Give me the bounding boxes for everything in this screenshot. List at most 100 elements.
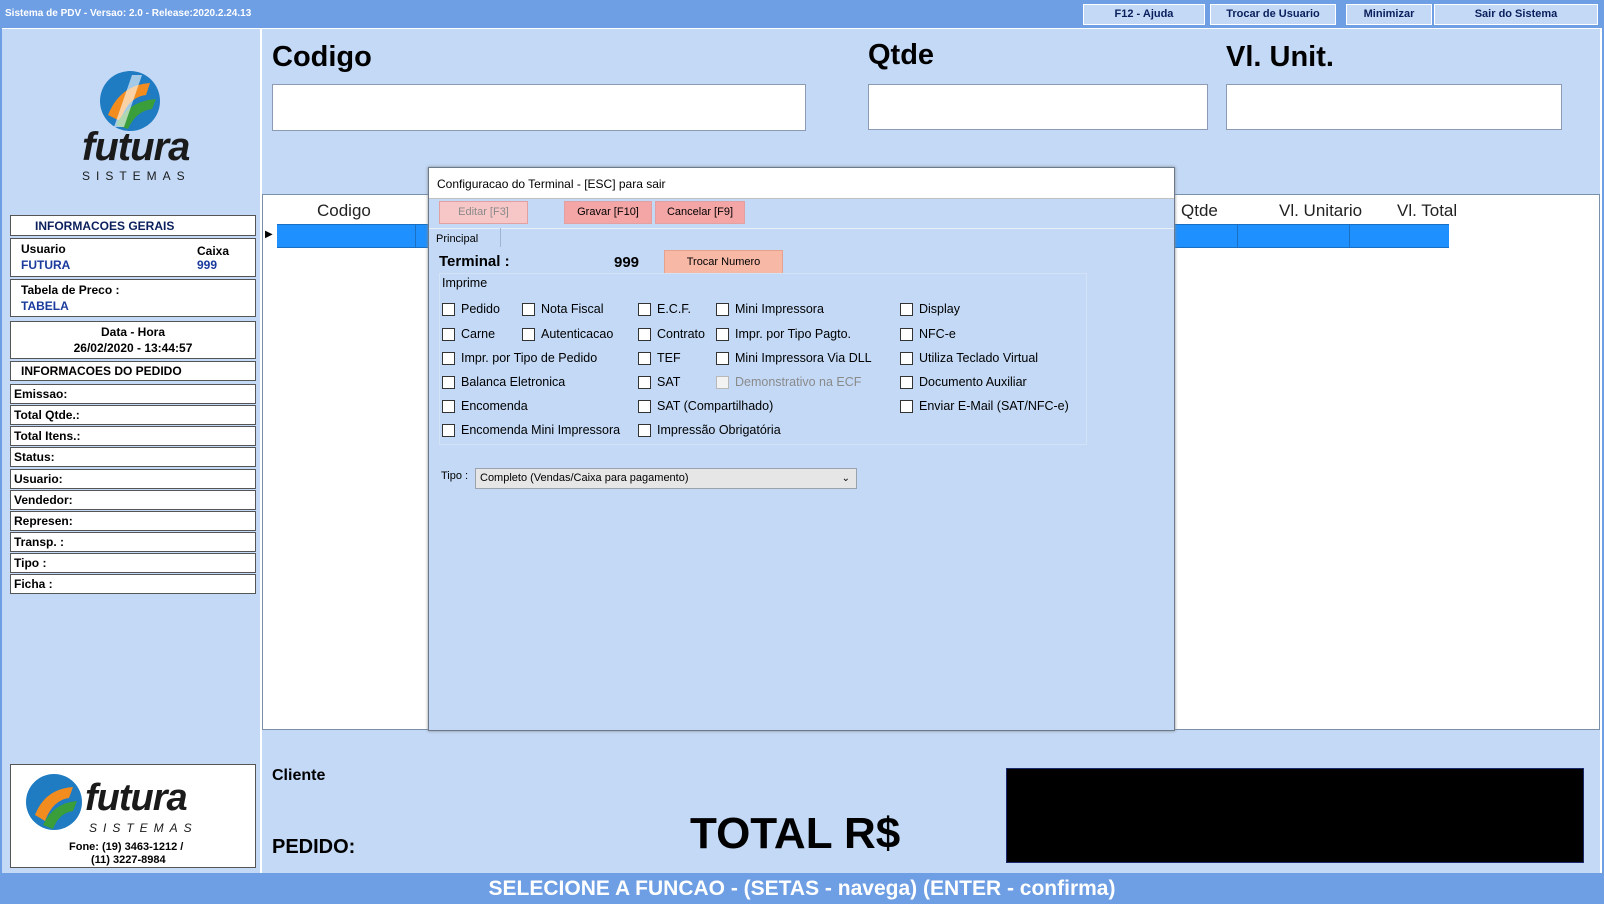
checkbox-impr-tipo-pedido[interactable]: Impr. por Tipo de Pedido <box>442 351 597 365</box>
checkbox-label: Documento Auxiliar <box>919 375 1027 389</box>
usuario-value: FUTURA <box>21 258 71 272</box>
cliente-label: Cliente <box>272 767 326 784</box>
tab-principal[interactable]: Principal <box>431 228 501 247</box>
checkbox-icon <box>638 399 651 413</box>
checkbox-label: Enviar E-Mail (SAT/NFC-e) <box>919 399 1069 413</box>
edit-button[interactable]: Editar [F3] <box>439 201 528 224</box>
checkbox-impressao-obrigatoria[interactable]: Impressão Obrigatória <box>638 423 781 437</box>
grid-col-vlunitario[interactable]: Vl. Unitario <box>1279 201 1362 221</box>
codigo-input[interactable] <box>272 84 806 131</box>
minimize-button[interactable]: Minimizar <box>1346 4 1432 25</box>
terminal-value: 999 <box>614 254 640 271</box>
dialog-titlebar: Configuracao do Terminal - [ESC] para sa… <box>429 168 1174 199</box>
footer-logo-sub: SISTEMAS <box>89 821 198 835</box>
checkbox-display[interactable]: Display <box>900 302 960 316</box>
checkbox-icon <box>442 399 455 413</box>
checkbox-label: TEF <box>657 351 681 365</box>
logo-sub: SISTEMAS <box>82 169 191 183</box>
totals-area: Cliente PEDIDO: TOTAL R$ <box>262 730 1600 873</box>
checkbox-sat-compartilhado[interactable]: SAT (Compartilhado) <box>638 399 773 413</box>
checkbox-mini-impressora[interactable]: Mini Impressora <box>716 302 824 316</box>
checkbox-encomenda-mini[interactable]: Encomenda Mini Impressora <box>442 423 620 437</box>
checkbox-label: Demonstrativo na ECF <box>735 375 862 389</box>
checkbox-icon <box>900 399 913 413</box>
pedido-label: PEDIDO: <box>272 836 356 858</box>
status-bar: SELECIONE A FUNCAO - (SETAS - navega) (E… <box>0 873 1604 904</box>
exit-button[interactable]: Sair do Sistema <box>1434 4 1598 25</box>
checkbox-tef[interactable]: TEF <box>638 351 681 365</box>
checkbox-documento-auxiliar[interactable]: Documento Auxiliar <box>900 375 1027 389</box>
checkbox-icon <box>638 302 651 316</box>
sidebar: futura SISTEMAS INFORMACOES GERAIS Usuar… <box>2 29 260 873</box>
datahora-value: 26/02/2020 - 13:44:57 <box>73 341 193 355</box>
checkbox-nfce[interactable]: NFC-e <box>900 327 956 341</box>
checkbox-icon <box>522 302 535 316</box>
checkbox-icon <box>442 375 455 389</box>
info-general-title: INFORMACOES GERAIS <box>35 219 175 233</box>
checkbox-carne[interactable]: Carne <box>442 327 495 341</box>
terminal-config-dialog: Configuracao do Terminal - [ESC] para sa… <box>428 167 1175 731</box>
checkbox-icon <box>716 351 729 365</box>
checkbox-label: SAT (Compartilhado) <box>657 399 774 413</box>
checkbox-impr-tipo-pagto[interactable]: Impr. por Tipo Pagto. <box>716 327 851 341</box>
futura-footer-logo-icon <box>26 774 82 830</box>
codigo-label: Codigo <box>272 41 372 73</box>
terminal-label: Terminal : <box>439 253 510 270</box>
checkbox-icon <box>638 351 651 365</box>
checkbox-nota-fiscal[interactable]: Nota Fiscal <box>522 302 604 316</box>
footer-phone-2: (11) 3227-8984 <box>91 854 166 866</box>
checkbox-label: Mini Impressora <box>735 302 824 316</box>
checkbox-autenticacao[interactable]: Autenticacao <box>522 327 613 341</box>
checkbox-label: NFC-e <box>919 327 956 341</box>
tipo-field: Tipo : <box>10 553 256 573</box>
grid-col-codigo[interactable]: Codigo <box>317 201 371 221</box>
checkbox-icon <box>716 327 729 341</box>
checkbox-icon <box>442 351 455 365</box>
tipo-select[interactable]: Completo (Vendas/Caixa para pagamento) ⌄ <box>475 468 857 489</box>
checkbox-label: Display <box>919 302 960 316</box>
order-info-header: INFORMACOES DO PEDIDO <box>10 361 256 381</box>
checkbox-icon <box>638 423 651 437</box>
tipo-label: Tipo : <box>441 470 469 482</box>
switch-user-button[interactable]: Trocar de Usuario <box>1210 4 1336 25</box>
checkbox-label: E.C.F. <box>657 302 692 316</box>
footer-logo-brand: futura <box>85 777 188 819</box>
tipo-select-value: Completo (Vendas/Caixa para pagamento) <box>480 472 689 484</box>
checkbox-ecf[interactable]: E.C.F. <box>638 302 691 316</box>
checkbox-icon <box>522 327 535 341</box>
checkbox-pedido[interactable]: Pedido <box>442 302 500 316</box>
checkbox-mini-impressora-dll[interactable]: Mini Impressora Via DLL <box>716 351 872 365</box>
checkbox-icon <box>638 375 651 389</box>
grid-col-qtde[interactable]: Qtde <box>1181 201 1218 221</box>
checkbox-balanca[interactable]: Balanca Eletronica <box>442 375 565 389</box>
checkbox-encomenda[interactable]: Encomenda <box>442 399 528 413</box>
footer-logo-box: futura SISTEMAS Fone: (19) 3463-1212 / (… <box>10 764 256 868</box>
usuario-field: Usuario: <box>10 469 256 489</box>
checkbox-label: Carne <box>461 327 496 341</box>
grid-col-vltotal[interactable]: Vl. Total <box>1397 201 1457 221</box>
checkbox-label: Impr. por Tipo Pagto. <box>735 327 852 341</box>
checkbox-teclado-virtual[interactable]: Utiliza Teclado Virtual <box>900 351 1038 365</box>
qtde-input[interactable] <box>868 84 1208 130</box>
info-general-header: INFORMACOES GERAIS <box>10 215 256 236</box>
checkbox-sat[interactable]: SAT <box>638 375 680 389</box>
checkbox-label: Mini Impressora Via DLL <box>735 351 872 365</box>
checkbox-icon <box>716 302 729 316</box>
order-info-title: INFORMACOES DO PEDIDO <box>21 364 182 378</box>
checkbox-contrato[interactable]: Contrato <box>638 327 705 341</box>
row-indicator-icon: ▶ <box>265 229 273 240</box>
change-number-button[interactable]: Trocar Numero <box>664 250 783 274</box>
usuario-label: Usuario <box>21 242 66 256</box>
save-button[interactable]: Gravar [F10] <box>564 201 652 224</box>
total-qtde-field: Total Qtde.: <box>10 405 256 425</box>
help-button[interactable]: F12 - Ajuda <box>1083 4 1205 25</box>
toolbar-divider <box>429 228 1174 229</box>
qtde-label: Qtde <box>868 39 935 71</box>
vendedor-field: Vendedor: <box>10 490 256 510</box>
checkbox-icon <box>442 302 455 316</box>
cancel-button[interactable]: Cancelar [F9] <box>655 201 745 224</box>
checkbox-icon <box>442 423 455 437</box>
checkbox-enviar-email[interactable]: Enviar E-Mail (SAT/NFC-e) <box>900 399 1069 413</box>
vlunit-input[interactable] <box>1226 84 1562 130</box>
logo-brand: futura <box>82 125 190 169</box>
